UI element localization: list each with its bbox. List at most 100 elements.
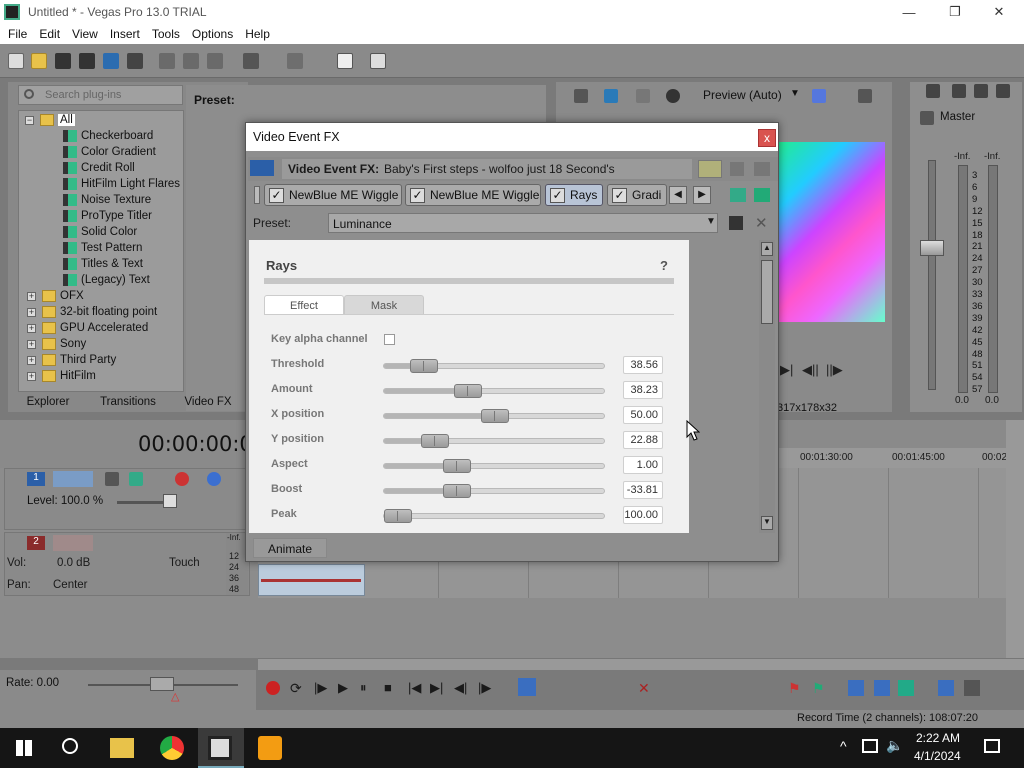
clock-time[interactable]: 2:22 AM xyxy=(916,731,960,745)
search-icon[interactable] xyxy=(62,738,78,754)
param-slider-track[interactable] xyxy=(383,359,605,373)
touch-mode[interactable]: Touch xyxy=(169,557,200,569)
tab-video-fx[interactable]: Video FX xyxy=(168,394,248,412)
chain-view-icon[interactable] xyxy=(730,162,744,176)
preset-select[interactable]: Luminance xyxy=(328,213,718,233)
tree-item-plugin[interactable]: Credit Roll xyxy=(63,160,135,176)
pre-post-toggle-icon[interactable] xyxy=(698,160,722,178)
master-fader[interactable] xyxy=(920,240,944,256)
file-explorer-icon[interactable] xyxy=(110,738,134,758)
track-fx-icon[interactable] xyxy=(129,472,143,486)
chrome-icon[interactable] xyxy=(160,736,184,760)
lock-envelopes-icon[interactable] xyxy=(938,680,954,696)
render-icon[interactable] xyxy=(103,53,119,69)
key-alpha-checkbox[interactable] xyxy=(384,334,395,345)
downmix-icon[interactable] xyxy=(974,84,988,98)
delete-icon[interactable]: ✕ xyxy=(638,680,650,697)
save-as-icon[interactable] xyxy=(79,53,95,69)
track-name-field[interactable] xyxy=(53,471,93,487)
dialog-close-button[interactable]: x xyxy=(758,129,776,147)
enable-checkbox[interactable]: ✓ xyxy=(410,188,425,203)
tab-mask[interactable]: Mask xyxy=(344,295,424,315)
param-value-field[interactable]: 1.00 xyxy=(623,456,663,474)
fx-icon[interactable] xyxy=(636,89,650,103)
menu-help[interactable]: Help xyxy=(239,27,276,41)
play-icon[interactable]: ▶ xyxy=(338,680,348,696)
expand-icon[interactable]: + xyxy=(27,323,36,333)
copy-snapshot-icon[interactable] xyxy=(858,89,872,103)
dialog-vscroll[interactable]: ▲ ▼ xyxy=(759,240,775,533)
region-icon[interactable]: ⚑ xyxy=(812,680,825,697)
external-monitor-icon[interactable] xyxy=(604,89,618,103)
delete-preset-icon[interactable]: ✕ xyxy=(755,214,768,232)
redo-icon[interactable] xyxy=(287,53,303,69)
prev-frame-icon[interactable]: ◀| xyxy=(454,680,467,696)
preview-properties-icon[interactable] xyxy=(574,89,588,103)
notifications-icon[interactable] xyxy=(984,739,1000,753)
help-button[interactable]: ? xyxy=(660,258,668,273)
enable-checkbox[interactable]: ✓ xyxy=(612,188,627,203)
ignore-grouping-icon[interactable] xyxy=(964,680,980,696)
chevron-down-icon[interactable]: ▼ xyxy=(706,216,716,227)
play-from-start-icon[interactable]: |▶ xyxy=(314,680,327,696)
param-slider-thumb[interactable] xyxy=(443,484,472,498)
master-properties-icon[interactable] xyxy=(926,84,940,98)
tree-item-plugin[interactable]: ProType Titler xyxy=(63,208,152,224)
split-screen-icon[interactable] xyxy=(666,89,680,103)
chain-chip-rays[interactable]: ✓ Rays xyxy=(545,184,603,206)
track-motion-icon[interactable] xyxy=(105,472,119,486)
audio-track-header[interactable]: 2 Vol: 0.0 dB Touch Pan: Center -Inf. 12… xyxy=(4,532,250,596)
new-icon[interactable] xyxy=(8,53,24,69)
volume-icon[interactable]: 🔈 xyxy=(886,737,903,754)
chevron-down-icon[interactable]: ▼ xyxy=(790,88,800,99)
remove-fx-icon[interactable] xyxy=(754,188,770,202)
record-icon[interactable] xyxy=(266,681,280,695)
enable-checkbox[interactable]: ✓ xyxy=(550,188,565,203)
param-slider-thumb[interactable] xyxy=(454,384,483,398)
scroll-up-icon[interactable]: ▲ xyxy=(761,242,773,256)
tree-item-plugin[interactable]: (Legacy) Text xyxy=(63,272,150,288)
tree-item-plugin[interactable]: Titles & Text xyxy=(63,256,143,272)
chain-prev-icon[interactable]: ◀ xyxy=(669,186,687,204)
tree-item-all[interactable]: − All xyxy=(25,112,75,128)
loop-icon[interactable]: ⟳ xyxy=(290,680,302,697)
master-fx-icon[interactable] xyxy=(952,84,966,98)
timeline-vscroll[interactable] xyxy=(1006,420,1024,660)
param-slider-track[interactable] xyxy=(383,384,605,398)
param-slider-thumb[interactable] xyxy=(421,434,450,448)
dialog-title-bar[interactable]: Video Event FX xyxy=(246,123,778,151)
chevron-up-icon[interactable]: ^ xyxy=(840,738,847,754)
param-slider-thumb[interactable] xyxy=(481,409,509,423)
maximize-button[interactable]: ❐ xyxy=(932,0,978,24)
chain-chip-newblue-wiggle[interactable]: ✓ NewBlue ME Wiggle xyxy=(405,184,541,206)
menu-tools[interactable]: Tools xyxy=(146,27,186,41)
tree-item-folder[interactable]: + GPU Accelerated xyxy=(27,320,148,336)
menu-edit[interactable]: Edit xyxy=(33,27,66,41)
tree-item-folder[interactable]: + HitFilm xyxy=(27,368,96,384)
compositing-icon[interactable] xyxy=(175,472,189,486)
tree-item-plugin[interactable]: Test Pattern xyxy=(63,240,142,256)
mute-icon[interactable] xyxy=(207,472,221,486)
windows-start-icon[interactable] xyxy=(16,740,32,756)
expand-icon[interactable]: + xyxy=(27,307,36,317)
stop-icon[interactable]: ■ xyxy=(384,680,392,695)
track-name-field[interactable] xyxy=(53,535,93,551)
param-value-field[interactable]: 50.00 xyxy=(623,406,663,424)
grid-view-icon[interactable] xyxy=(754,162,770,176)
timeline-hscroll[interactable] xyxy=(258,658,1024,670)
expand-icon[interactable]: + xyxy=(27,339,36,349)
tree-item-folder[interactable]: + Third Party xyxy=(27,352,116,368)
snapping-icon[interactable] xyxy=(898,680,914,696)
tree-item-folder[interactable]: + OFX xyxy=(27,288,84,304)
expand-icon[interactable]: + xyxy=(27,355,36,365)
rate-slider[interactable] xyxy=(150,677,174,691)
menu-file[interactable]: File xyxy=(2,27,33,41)
expand-icon[interactable]: + xyxy=(27,291,36,301)
param-slider-thumb[interactable] xyxy=(443,459,472,473)
crossfade-icon[interactable] xyxy=(874,680,890,696)
tree-item-folder[interactable]: +32-bit floating point xyxy=(27,304,157,320)
scroll-down-icon[interactable]: ▼ xyxy=(761,516,773,530)
param-slider-track[interactable] xyxy=(383,484,605,498)
video-track-header[interactable]: 1 Level: 100.0 % xyxy=(4,468,250,530)
tab-transitions[interactable]: Transitions xyxy=(88,394,168,412)
